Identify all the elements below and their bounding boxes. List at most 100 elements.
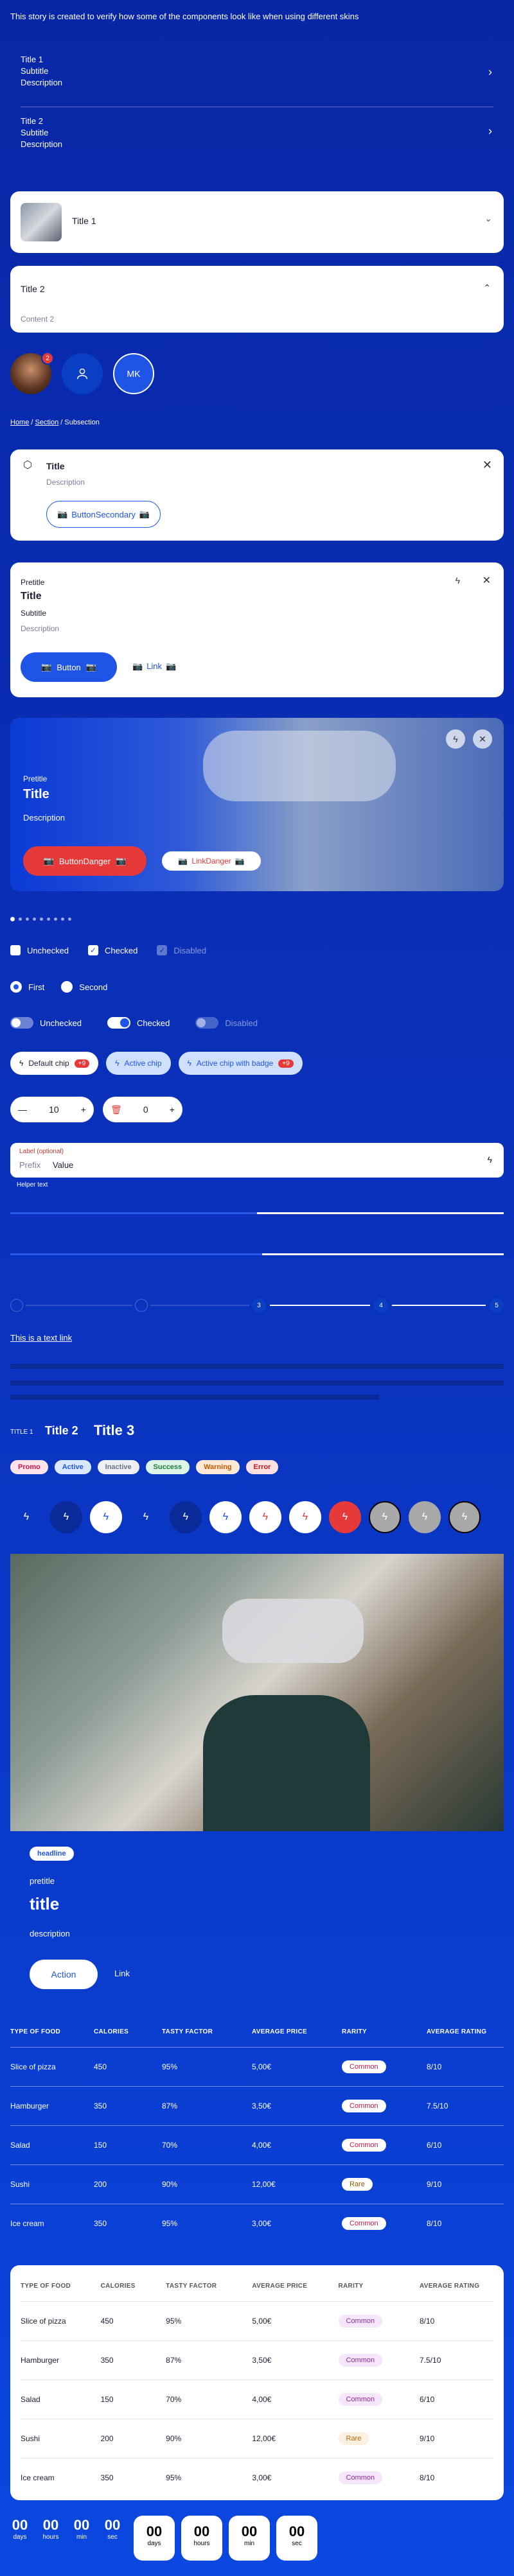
table-row: Slice of pizza 450 95% 5,00€ Common 8/10 bbox=[10, 2047, 504, 2086]
thumbnail-image bbox=[21, 203, 62, 241]
data-table: TYPE OF FOOD CALORIES TASTY FACTOR AVERAGE … bbox=[21, 2270, 493, 2497]
dot[interactable] bbox=[26, 918, 29, 921]
lightning-icon[interactable]: ϟ bbox=[409, 1501, 441, 1533]
lightning-icon[interactable]: ϟ bbox=[50, 1501, 82, 1533]
card-subtitle: Subtitle bbox=[21, 609, 47, 618]
accordion-item[interactable]: Title 2 ⌃ Content 2 bbox=[10, 266, 504, 333]
rarity-tag: Common bbox=[338, 2471, 383, 2484]
dot[interactable] bbox=[47, 918, 50, 921]
dot-active[interactable] bbox=[10, 917, 15, 921]
accordion-item[interactable]: Title 1 ⌄ bbox=[10, 191, 504, 253]
close-icon[interactable]: ✕ bbox=[483, 458, 492, 472]
tag-error: Error bbox=[245, 1460, 279, 1474]
chip-label: Active chip with badge bbox=[196, 1059, 274, 1068]
plus-icon[interactable]: + bbox=[170, 1104, 175, 1115]
list-item[interactable]: Title 2 Subtitle Description › bbox=[10, 116, 504, 173]
lightning-icon[interactable]: ϟ bbox=[488, 1154, 492, 1165]
checkbox-unchecked[interactable] bbox=[10, 945, 21, 955]
link-button[interactable]: 📷 Link 📷 bbox=[132, 661, 176, 672]
lightning-icon[interactable]: ϟ bbox=[448, 1501, 481, 1533]
button-label: ButtonSecondary bbox=[71, 509, 136, 519]
col-header: CALORIES bbox=[94, 2028, 129, 2035]
close-icon[interactable]: ✕ bbox=[483, 574, 491, 587]
avatar-initials: MK bbox=[113, 353, 154, 394]
breadcrumb-separator: / bbox=[31, 419, 33, 426]
skeleton-line bbox=[10, 1364, 504, 1369]
lightning-icon[interactable]: ϟ bbox=[209, 1501, 242, 1533]
danger-button[interactable]: 📷 ButtonDanger 📷 bbox=[23, 846, 146, 876]
lightning-icon[interactable]: ϟ bbox=[90, 1501, 122, 1533]
title-3: Title 3 bbox=[94, 1422, 135, 1438]
chevron-down-icon: ⌄ bbox=[484, 213, 492, 223]
rarity-tag: Common bbox=[338, 2354, 383, 2367]
list-title: Title 1 bbox=[21, 55, 43, 64]
dot[interactable] bbox=[33, 918, 36, 921]
switch-disabled bbox=[195, 1017, 219, 1029]
checkbox-checked[interactable]: ✓ bbox=[88, 945, 99, 955]
table-row: Slice of pizza 450 95% 5,00€ Common 8/10 bbox=[21, 2301, 493, 2340]
rarity-tag: Common bbox=[342, 2060, 386, 2073]
avatar bbox=[62, 353, 103, 394]
text-field[interactable]: Label (optional) Prefix Value ϟ bbox=[10, 1143, 504, 1178]
camera-icon: 📷 bbox=[132, 661, 143, 671]
lightning-icon[interactable]: ϟ bbox=[289, 1501, 321, 1533]
stepper-value: 10 bbox=[49, 1104, 59, 1115]
breadcrumb-home[interactable]: Home bbox=[10, 419, 29, 426]
step-pending: 4 bbox=[374, 1298, 388, 1312]
carousel-dots bbox=[10, 917, 71, 921]
skeleton-line bbox=[10, 1380, 504, 1386]
text-link[interactable]: This is a text link bbox=[10, 1333, 72, 1343]
lightning-icon[interactable]: ϟ bbox=[369, 1501, 401, 1533]
col-header: AVERAGE RATING bbox=[427, 2028, 487, 2035]
dot[interactable] bbox=[61, 918, 64, 921]
action-button[interactable]: Action bbox=[30, 1960, 98, 1989]
lightning-icon[interactable]: ϟ bbox=[456, 575, 460, 586]
countdown-box: 00 hours bbox=[181, 2516, 222, 2561]
dot[interactable] bbox=[54, 918, 57, 921]
breadcrumb-section[interactable]: Section bbox=[35, 419, 59, 426]
camera-icon: 📷 bbox=[57, 509, 68, 519]
chevron-right-icon: › bbox=[488, 65, 492, 78]
lightning-icon[interactable]: ϟ bbox=[446, 729, 465, 749]
table-row: Salad 150 70% 4,00€ Common 6/10 bbox=[10, 2125, 504, 2164]
avatar-badge: 2 bbox=[41, 352, 54, 365]
minus-icon[interactable]: — bbox=[18, 1104, 27, 1115]
dot[interactable] bbox=[40, 918, 43, 921]
dot[interactable] bbox=[19, 918, 22, 921]
switch-off[interactable] bbox=[10, 1017, 33, 1029]
lightning-icon[interactable]: ϟ bbox=[170, 1501, 202, 1533]
dot[interactable] bbox=[68, 918, 71, 921]
switch-on[interactable] bbox=[107, 1017, 131, 1029]
trash-icon[interactable]: 🗑 bbox=[111, 1104, 122, 1115]
step-done bbox=[135, 1299, 148, 1312]
active-chip-badge[interactable]: ϟ Active chip with badge +9 bbox=[178, 1052, 303, 1075]
list-item[interactable]: Title 1 Subtitle Description › bbox=[10, 45, 504, 107]
danger-link[interactable]: 📷 LinkDanger 📷 bbox=[162, 851, 261, 871]
close-icon[interactable]: ✕ bbox=[473, 729, 492, 749]
countdown-unit: 00 hours bbox=[42, 2517, 59, 2541]
button-label: ButtonDanger bbox=[58, 856, 111, 866]
hero-pretitle: pretitle bbox=[30, 1876, 55, 1886]
step-pending: 5 bbox=[490, 1298, 504, 1312]
primary-button[interactable]: 📷 Button 📷 bbox=[21, 652, 117, 682]
hero-link[interactable]: Link bbox=[114, 1969, 130, 1978]
secondary-button[interactable]: 📷 ButtonSecondary 📷 bbox=[46, 501, 161, 528]
lightning-icon[interactable]: ϟ bbox=[10, 1501, 42, 1533]
active-chip[interactable]: ϟ Active chip bbox=[106, 1052, 171, 1075]
rarity-tag: Common bbox=[342, 2139, 386, 2152]
lightning-icon[interactable]: ϟ bbox=[249, 1501, 281, 1533]
accordion-title: Title 2 bbox=[21, 284, 45, 294]
button-label: Button bbox=[57, 662, 81, 672]
col-header: AVERAGE RATING bbox=[420, 2282, 480, 2290]
lightning-icon[interactable]: ϟ bbox=[329, 1501, 361, 1533]
card-pretitle: Pretitle bbox=[23, 774, 48, 783]
radio-unselected[interactable] bbox=[61, 981, 73, 993]
field-label: Label (optional) bbox=[19, 1148, 64, 1155]
user-icon bbox=[76, 368, 88, 379]
plus-icon[interactable]: + bbox=[81, 1104, 86, 1115]
tag-row: Promo Active Inactive Success Warning Er… bbox=[10, 1460, 282, 1474]
list-description: Description bbox=[21, 78, 63, 87]
lightning-icon[interactable]: ϟ bbox=[130, 1501, 162, 1533]
default-chip[interactable]: ϟ Default chip +9 bbox=[10, 1052, 99, 1075]
radio-selected[interactable] bbox=[10, 981, 22, 993]
